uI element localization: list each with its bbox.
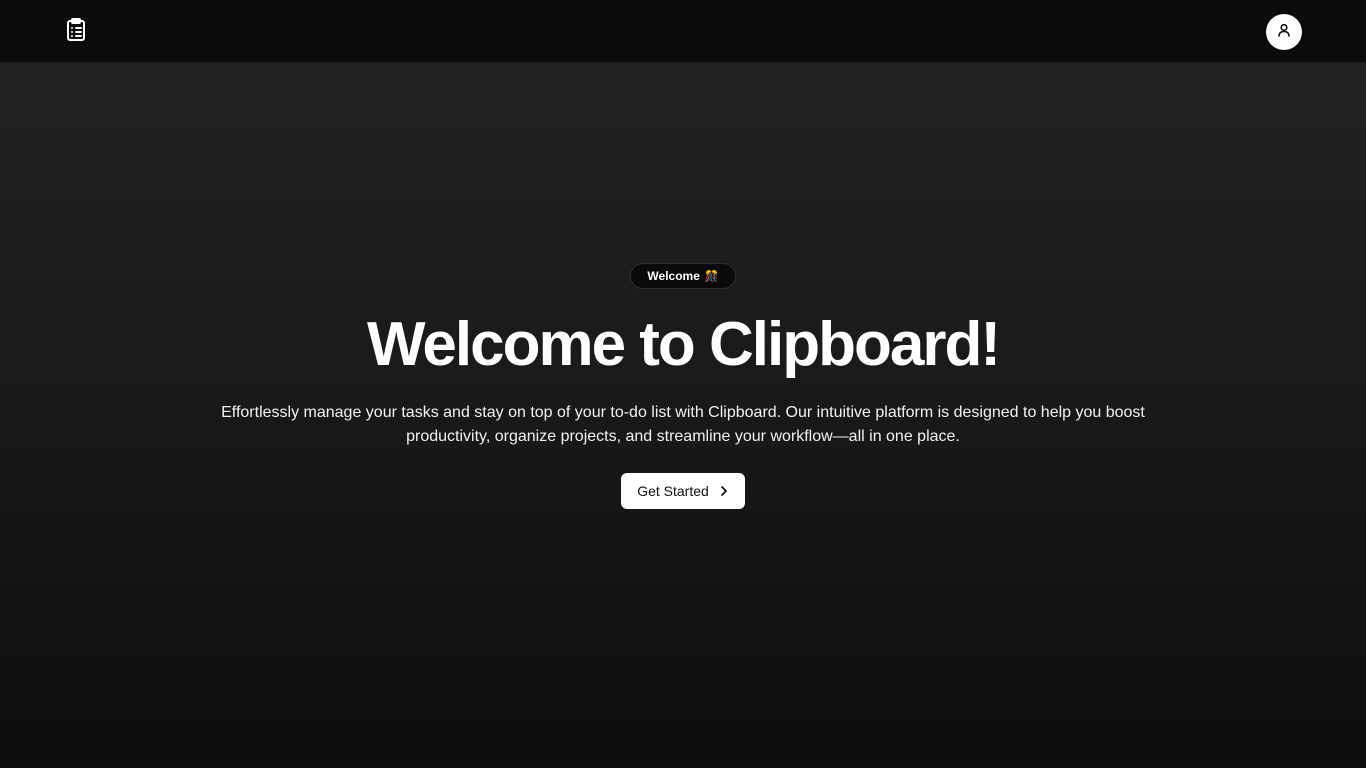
clipboard-list-icon xyxy=(65,17,87,47)
welcome-badge-label: Welcome xyxy=(647,269,700,283)
page-title: Welcome to Clipboard! xyxy=(366,310,1001,379)
hero-section: Welcome 🎊 Welcome to Clipboard! Effortle… xyxy=(0,263,1366,509)
get-started-label: Get Started xyxy=(637,483,709,499)
welcome-badge: Welcome 🎊 xyxy=(630,263,736,289)
confetti-icon: 🎊 xyxy=(704,269,719,283)
chevron-right-icon xyxy=(719,485,729,497)
clipboard-logo-button[interactable] xyxy=(64,17,88,47)
user-avatar-button[interactable] xyxy=(1266,14,1302,50)
hero-description: Effortlessly manage your tasks and stay … xyxy=(221,404,1145,445)
get-started-button[interactable]: Get Started xyxy=(621,473,745,509)
user-icon xyxy=(1276,22,1292,43)
top-navigation-bar xyxy=(0,0,1366,63)
